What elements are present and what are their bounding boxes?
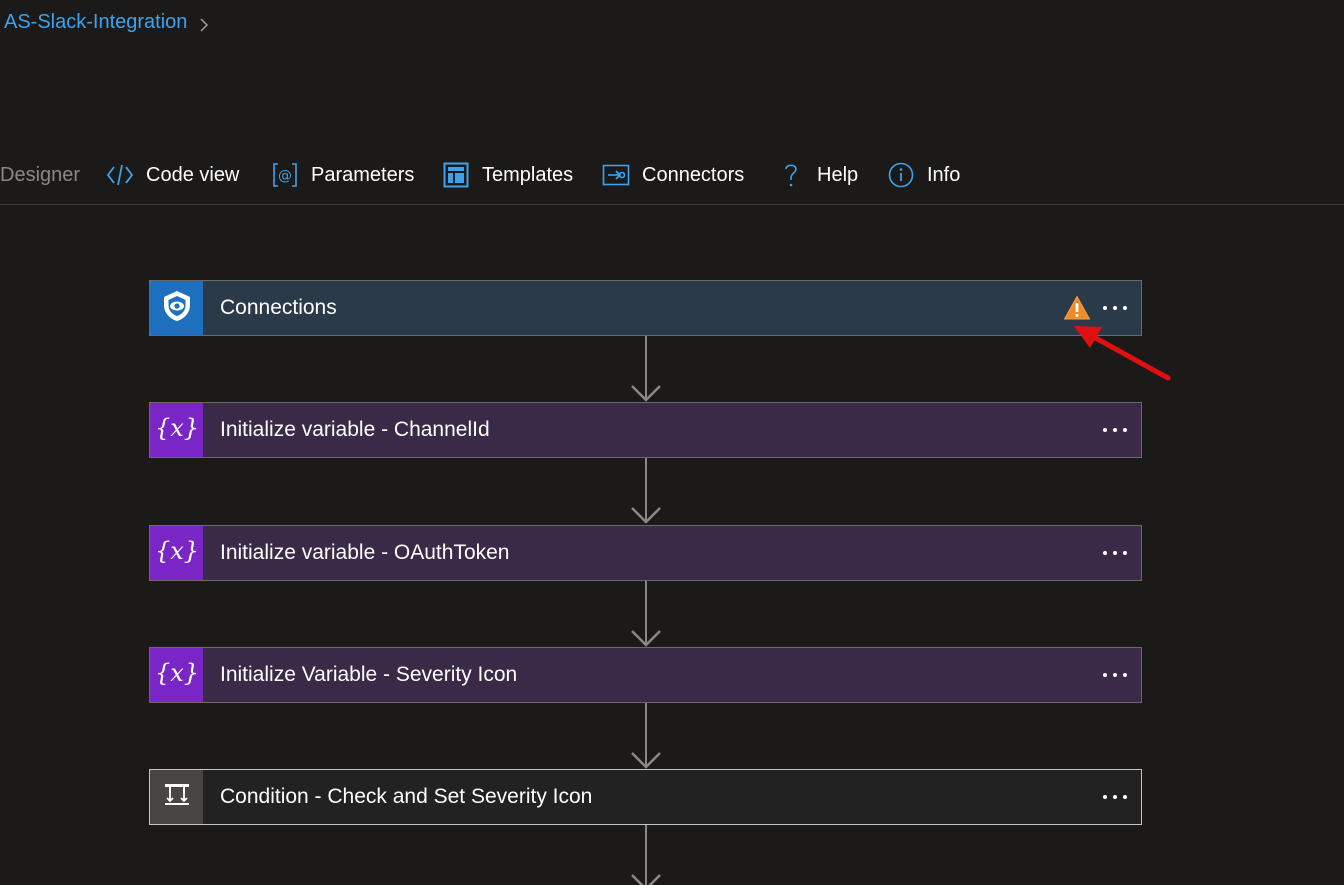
svg-text:{x}: {x} [157, 659, 197, 687]
step-icon-box: {x} [150, 526, 203, 580]
connector-arrow [631, 458, 661, 524]
step-icon-box: {x} [150, 403, 203, 457]
step-condition-check-and-set-severity-icon[interactable]: Condition - Check and Set Severity Icon [149, 769, 1142, 825]
info-label: Info [927, 163, 961, 186]
more-options-icon[interactable] [1095, 777, 1135, 817]
parameters-button[interactable]: @ Parameters [271, 158, 414, 192]
designer-canvas: Connections {x} Initialize variable - Ch… [0, 205, 1344, 885]
chevron-right-icon [197, 15, 211, 32]
more-options-icon[interactable] [1095, 410, 1135, 450]
step-icon-box [150, 281, 203, 335]
help-button[interactable]: Help [777, 158, 858, 192]
breadcrumb: AS-Slack-Integration [4, 8, 211, 36]
templates-button[interactable]: Templates [442, 158, 573, 192]
connectors-label: Connectors [642, 163, 745, 186]
parameters-icon: @ [271, 161, 299, 189]
connector-arrow [631, 336, 661, 402]
condition-icon [162, 780, 192, 815]
parameters-label: Parameters [311, 163, 415, 186]
step-icon-box: {x} [150, 648, 203, 702]
templates-label: Templates [482, 163, 574, 186]
connector-arrow [631, 825, 661, 885]
connectors-icon [602, 161, 630, 189]
templates-icon [442, 161, 470, 189]
more-options-icon[interactable] [1095, 288, 1135, 328]
shield-icon [160, 289, 194, 328]
variable-icon: {x} [154, 534, 198, 573]
svg-text:{x}: {x} [157, 414, 197, 442]
more-options-icon[interactable] [1095, 533, 1135, 573]
connector-arrow [631, 581, 661, 647]
designer-tab: Designer [0, 158, 80, 192]
step-title: Connections [220, 296, 337, 319]
variable-icon: {x} [154, 411, 198, 450]
step-title: Initialize variable - ChannelId [220, 418, 490, 441]
info-icon [887, 161, 915, 189]
breadcrumb-workflow-link[interactable]: AS-Slack-Integration [4, 11, 187, 34]
step-title: Initialize Variable - Severity Icon [220, 663, 518, 686]
code-view-button[interactable]: Code view [106, 158, 239, 192]
step-initialize-variable-severity-icon[interactable]: {x} Initialize Variable - Severity Icon [149, 647, 1142, 703]
designer-toolbar: Designer Code view @ Parameters Template… [0, 150, 1344, 205]
code-view-label: Code view [146, 163, 240, 186]
warning-icon[interactable] [1063, 294, 1091, 322]
step-initialize-variable-oauthtoken[interactable]: {x} Initialize variable - OAuthToken [149, 525, 1142, 581]
code-icon [106, 161, 134, 189]
connectors-button[interactable]: Connectors [602, 158, 744, 192]
svg-text:@: @ [278, 168, 292, 184]
step-title: Initialize variable - OAuthToken [220, 541, 510, 564]
help-label: Help [817, 163, 859, 186]
connector-arrow [631, 703, 661, 769]
info-button[interactable]: Info [887, 158, 960, 192]
step-initialize-variable-channelid[interactable]: {x} Initialize variable - ChannelId [149, 402, 1142, 458]
designer-label: Designer [0, 163, 81, 186]
svg-text:{x}: {x} [157, 537, 197, 565]
variable-icon: {x} [154, 656, 198, 695]
more-options-icon[interactable] [1095, 655, 1135, 695]
step-icon-box [150, 770, 203, 824]
step-title: Condition - Check and Set Severity Icon [220, 785, 593, 808]
help-icon [777, 161, 805, 189]
step-connections[interactable]: Connections [149, 280, 1142, 336]
